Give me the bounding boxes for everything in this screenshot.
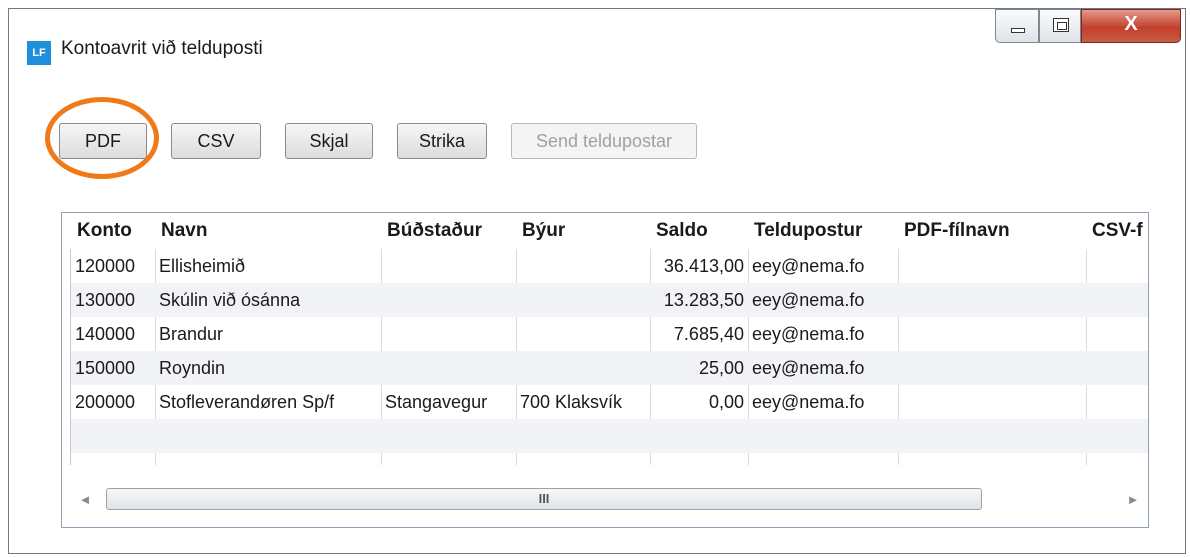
- main-window: LF Kontoavrit við telduposti X PDF CSV S…: [8, 8, 1186, 554]
- cell-byur[interactable]: [516, 249, 650, 283]
- app-logo-icon: LF: [27, 41, 51, 65]
- cell-budstadur[interactable]: [381, 283, 516, 317]
- minimize-icon: [1011, 28, 1025, 33]
- maximize-icon: [1053, 18, 1069, 32]
- cell-navn[interactable]: Brandur: [155, 317, 381, 351]
- column-header-byur[interactable]: Býur: [516, 213, 650, 249]
- cell-email[interactable]: eey@nema.fo: [748, 385, 898, 419]
- cell-saldo[interactable]: 25,00: [650, 351, 746, 385]
- table-row[interactable]: 130000 Skúlin við ósánna 13.283,50 eey@n…: [71, 283, 1148, 317]
- cell-konto[interactable]: 130000: [71, 283, 155, 317]
- column-header-konto[interactable]: Konto: [71, 213, 155, 249]
- title-bar[interactable]: LF Kontoavrit við telduposti X: [9, 9, 1185, 73]
- cell-konto[interactable]: 200000: [71, 385, 155, 419]
- cell-konto[interactable]: 150000: [71, 351, 155, 385]
- cell-navn[interactable]: Ellisheimið: [155, 249, 381, 283]
- column-header-teldupostur[interactable]: Teldupostur: [748, 213, 898, 249]
- column-header-navn[interactable]: Navn: [155, 213, 381, 249]
- cell-konto[interactable]: 140000: [71, 317, 155, 351]
- maximize-button[interactable]: [1039, 9, 1081, 43]
- cell-email[interactable]: eey@nema.fo: [748, 351, 898, 385]
- column-header-budstadur[interactable]: Búðstaður: [381, 213, 516, 249]
- cell-navn[interactable]: Skúlin við ósánna: [155, 283, 381, 317]
- csv-button[interactable]: CSV: [171, 123, 261, 159]
- skjal-button[interactable]: Skjal: [285, 123, 373, 159]
- table-row[interactable]: 150000 Royndin 25,00 eey@nema.fo: [71, 351, 1148, 385]
- send-emails-button: Send teldupostar: [511, 123, 697, 159]
- column-header-pdf-filnavn[interactable]: PDF-fílnavn: [898, 213, 1086, 249]
- pdf-highlight-circle: [45, 97, 159, 179]
- table-row-empty[interactable]: [71, 419, 1148, 453]
- minimize-button[interactable]: [995, 9, 1039, 43]
- cell-byur[interactable]: [516, 351, 650, 385]
- cell-byur[interactable]: [516, 283, 650, 317]
- cell-navn[interactable]: Stofleverandøren Sp/f: [155, 385, 381, 419]
- cell-byur[interactable]: 700 Klaksvík: [516, 385, 650, 419]
- window-title: Kontoavrit við telduposti: [61, 38, 263, 59]
- cell-email[interactable]: eey@nema.fo: [748, 249, 898, 283]
- cell-budstadur[interactable]: Stangavegur: [381, 385, 516, 419]
- cell-budstadur[interactable]: [381, 249, 516, 283]
- horizontal-scrollbar[interactable]: ◄ III ►: [70, 485, 1148, 515]
- table-row[interactable]: 200000 Stofleverandøren Sp/f Stangavegur…: [71, 385, 1148, 419]
- cell-email[interactable]: eey@nema.fo: [748, 283, 898, 317]
- cell-byur[interactable]: [516, 317, 650, 351]
- close-button[interactable]: X: [1081, 9, 1181, 43]
- strika-button[interactable]: Strika: [397, 123, 487, 159]
- cell-saldo[interactable]: 36.413,00: [650, 249, 746, 283]
- cell-navn[interactable]: Royndin: [155, 351, 381, 385]
- cell-saldo[interactable]: 7.685,40: [650, 317, 746, 351]
- column-header-saldo[interactable]: Saldo: [650, 213, 748, 249]
- scrollbar-thumb[interactable]: III: [106, 488, 982, 510]
- table-row[interactable]: 120000 Ellisheimið 36.413,00 eey@nema.fo: [71, 249, 1148, 283]
- cell-konto[interactable]: 120000: [71, 249, 155, 283]
- close-icon: X: [1124, 13, 1138, 35]
- accounts-grid[interactable]: Konto Navn Búðstaður Býur Saldo Teldupos…: [61, 212, 1149, 528]
- cell-budstadur[interactable]: [381, 351, 516, 385]
- cell-email[interactable]: eey@nema.fo: [748, 317, 898, 351]
- cell-budstadur[interactable]: [381, 317, 516, 351]
- cell-saldo[interactable]: 0,00: [650, 385, 746, 419]
- table-row[interactable]: 140000 Brandur 7.685,40 eey@nema.fo: [71, 317, 1148, 351]
- scroll-left-icon[interactable]: ◄: [70, 485, 100, 515]
- scroll-right-icon[interactable]: ►: [1118, 485, 1148, 515]
- cell-saldo[interactable]: 13.283,50: [650, 283, 746, 317]
- column-header-csv-filnavn[interactable]: CSV-f: [1086, 213, 1148, 249]
